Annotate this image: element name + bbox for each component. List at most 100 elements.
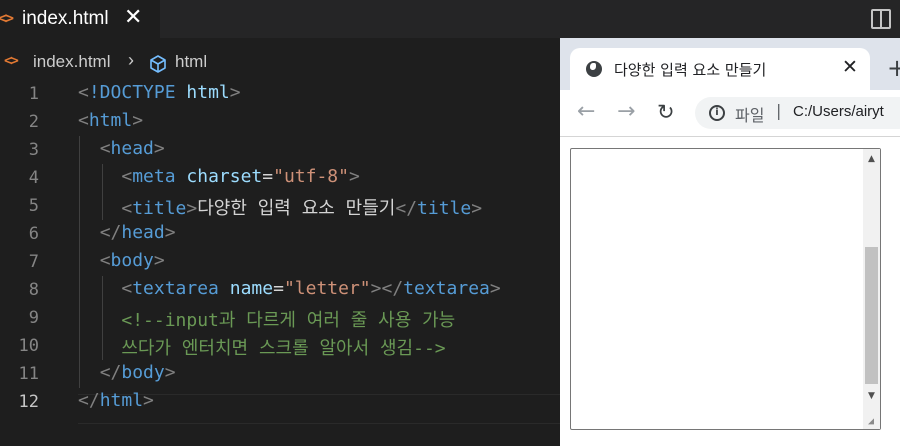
reload-icon[interactable]: ↻ xyxy=(657,100,675,124)
scroll-up-arrow-icon[interactable]: ▲ xyxy=(863,149,880,167)
code-token: < xyxy=(99,250,111,271)
editor-tab-index-html[interactable]: <> index.html ✕ xyxy=(0,0,160,38)
code-token: > xyxy=(143,390,154,411)
new-tab-icon[interactable]: + xyxy=(887,54,900,82)
code-token: body xyxy=(110,250,154,271)
html-file-icon: <> xyxy=(4,53,19,69)
breadcrumb-element[interactable]: html xyxy=(175,52,207,72)
resize-handle-icon[interactable]: ◢ xyxy=(868,417,878,427)
address-bar[interactable]: i 파일 | C:/Users/airyt xyxy=(695,97,900,129)
code-line[interactable]: 7 <body> xyxy=(0,248,560,276)
code-line[interactable]: 8 <textarea name="letter"></textarea> xyxy=(0,276,560,304)
code-text: <!DOCTYPE html> xyxy=(78,82,241,103)
code-token: </ xyxy=(78,390,100,411)
code-token: 다양한 입력 요소 만들기 xyxy=(197,198,396,219)
code-token: <!--input과 다르게 여러 줄 사용 가능 xyxy=(121,310,456,331)
editor-tab-bar: <> index.html ✕ xyxy=(0,0,900,38)
code-text: <title>다양한 입력 요소 만들기</title> xyxy=(78,194,482,220)
back-icon[interactable]: ← xyxy=(577,99,595,124)
close-tab-icon[interactable]: ✕ xyxy=(842,56,858,78)
browser-tab[interactable]: 다양한 입력 요소 만들기 ✕ xyxy=(570,48,870,90)
code-token: textarea xyxy=(403,278,490,299)
info-icon[interactable]: i xyxy=(709,105,725,121)
code-token: < xyxy=(121,278,133,299)
code-line[interactable]: 1 <!DOCTYPE html> xyxy=(0,80,560,108)
forward-icon[interactable]: → xyxy=(617,99,635,124)
letter-textarea[interactable]: ▲ ▼ ◢ xyxy=(570,148,881,430)
code-token: </ xyxy=(99,362,122,383)
code-text: </html> xyxy=(78,390,154,411)
code-line[interactable]: 9 <!--input과 다르게 여러 줄 사용 가능 xyxy=(0,304,560,332)
textarea-scrollbar[interactable]: ▲ ▼ xyxy=(863,149,880,429)
scroll-down-arrow-icon[interactable]: ▼ xyxy=(863,387,880,405)
code-token: html xyxy=(88,110,133,131)
code-token: meta xyxy=(132,166,176,187)
code-line[interactable]: 10 쓰다가 엔터치면 스크롤 알아서 생김--> xyxy=(0,332,560,360)
scrollbar-thumb[interactable] xyxy=(865,247,878,384)
code-line[interactable]: 4 <meta charset="utf-8"> xyxy=(0,164,560,192)
close-tab-icon[interactable]: ✕ xyxy=(124,5,142,30)
line-number: 2 xyxy=(28,112,39,132)
line-number: 4 xyxy=(28,168,39,188)
browser-toolbar: ← → ↻ i 파일 | C:/Users/airyt xyxy=(560,90,900,137)
code-token: ></ xyxy=(370,278,404,299)
code-token: title xyxy=(132,198,187,219)
browser-tab-title: 다양한 입력 요소 만들기 xyxy=(614,61,767,79)
code-token: < xyxy=(99,138,111,159)
code-token: < xyxy=(121,166,133,187)
code-token: charset xyxy=(186,166,263,187)
address-scheme-label: 파일 xyxy=(735,106,765,125)
split-editor-icon[interactable] xyxy=(871,9,891,29)
cube-icon xyxy=(148,54,168,79)
address-url: C:/Users/airyt xyxy=(793,103,884,120)
line-number: 7 xyxy=(28,252,39,272)
code-token: > xyxy=(164,222,176,243)
line-number: 10 xyxy=(18,336,39,356)
code-line[interactable]: 5 <title>다양한 입력 요소 만들기</title> xyxy=(0,192,560,220)
code-token: > xyxy=(132,110,144,131)
code-text: </body> xyxy=(78,362,176,383)
page-viewport: ▲ ▼ ◢ xyxy=(560,137,900,446)
line-number: 11 xyxy=(18,364,39,384)
code-token: < xyxy=(121,198,133,219)
code-text: <meta charset="utf-8"> xyxy=(78,166,359,187)
line-number: 5 xyxy=(28,196,39,216)
code-line[interactable]: 12 </html> xyxy=(0,388,560,416)
chevron-right-icon: › xyxy=(128,50,134,70)
code-token: title xyxy=(417,198,472,219)
code-text: <head> xyxy=(78,138,165,159)
code-text: <!--input과 다르게 여러 줄 사용 가능 xyxy=(78,306,455,332)
code-text: <html> xyxy=(78,110,143,131)
code-line[interactable]: 3 <head> xyxy=(0,136,560,164)
code-token: = xyxy=(262,166,274,187)
line-number: 8 xyxy=(28,280,39,300)
breadcrumb-file[interactable]: index.html xyxy=(33,52,110,72)
code-token: < xyxy=(78,82,89,103)
code-line[interactable]: 2 <html> xyxy=(0,108,560,136)
browser-tab-strip: 다양한 입력 요소 만들기 ✕ + xyxy=(560,38,900,90)
code-token: > xyxy=(186,198,198,219)
address-separator: | xyxy=(776,101,782,120)
code-token: > xyxy=(164,362,176,383)
code-line[interactable]: 11 </body> xyxy=(0,360,560,388)
code-text: <textarea name="letter"></textarea> xyxy=(78,278,500,299)
html-file-icon: <> xyxy=(0,9,14,27)
code-token: !DOCTYPE xyxy=(88,82,176,103)
code-line[interactable]: 6 </head> xyxy=(0,220,560,248)
browser-window: 다양한 입력 요소 만들기 ✕ + ← → ↻ i 파일 | C:/Users/… xyxy=(560,38,900,446)
code-text: 쓰다가 엔터치면 스크롤 알아서 생김--> xyxy=(78,334,445,360)
line-number: 12 xyxy=(18,392,39,412)
code-token: "letter" xyxy=(283,278,371,299)
code-token: head xyxy=(121,222,165,243)
